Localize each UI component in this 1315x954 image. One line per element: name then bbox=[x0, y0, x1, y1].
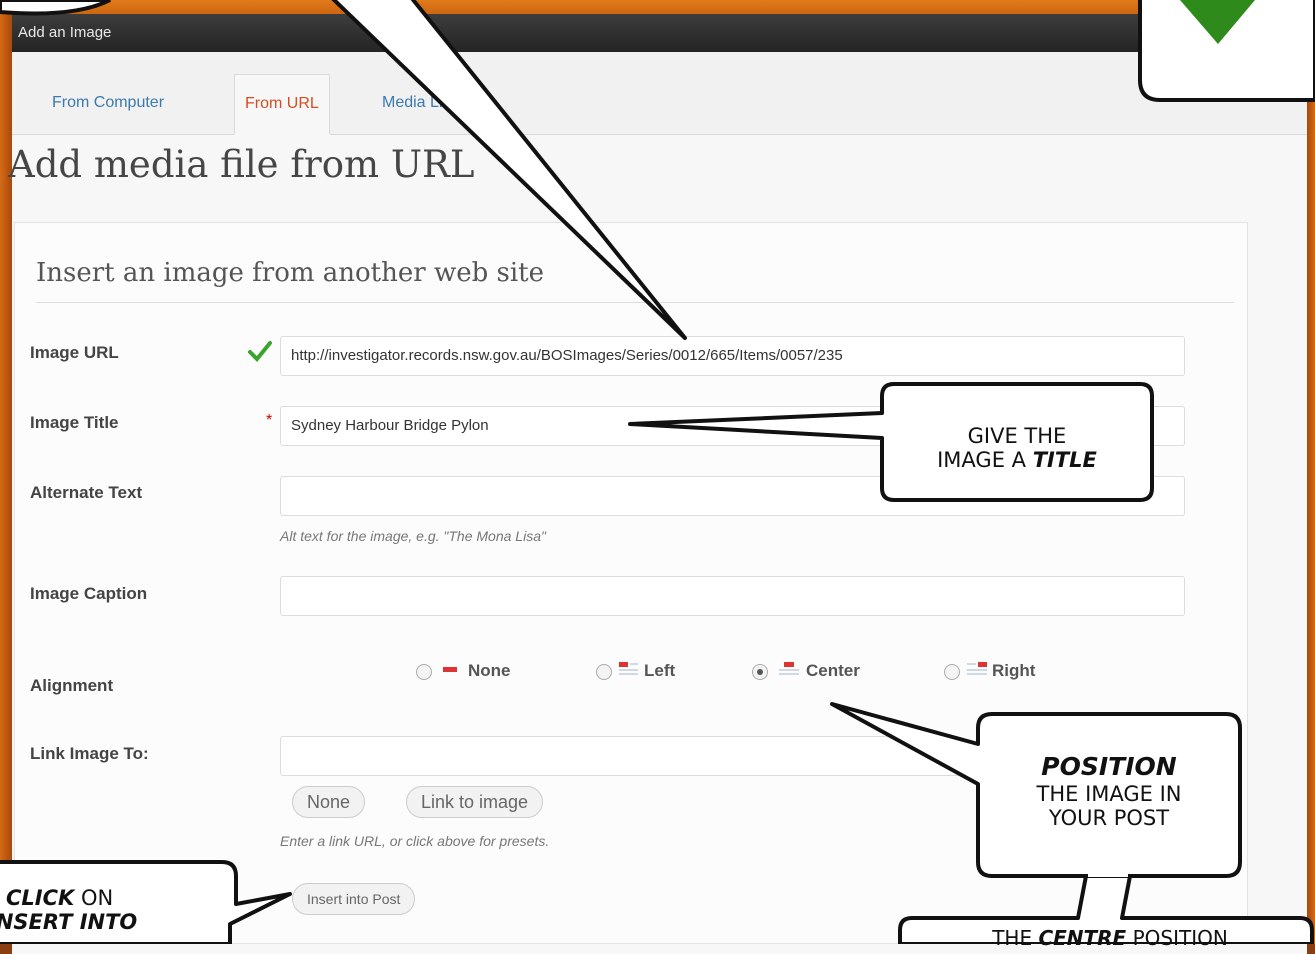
click-callout-text: Click on Insert into bbox=[0, 886, 230, 934]
position-callout-line-2: the image in bbox=[1036, 782, 1182, 806]
click-callout-post: on bbox=[74, 886, 114, 910]
title-callout-line-1: Give the bbox=[967, 424, 1067, 448]
centre-callout-text: The centre position bbox=[912, 926, 1308, 950]
title-callout-text: Give the image a title bbox=[882, 424, 1152, 472]
url-pointer-tail bbox=[331, 0, 687, 340]
top-left-bubble-edge bbox=[0, 0, 111, 16]
position-callout-line-1: Position bbox=[1041, 752, 1177, 781]
centre-callout-emphasis: centre bbox=[1038, 926, 1127, 950]
centre-callout-pre: The bbox=[992, 926, 1039, 950]
title-callout-emphasis: title bbox=[1032, 448, 1097, 472]
title-callout-line-2: image a title bbox=[882, 448, 1152, 472]
centre-callout-post: position bbox=[1126, 926, 1228, 950]
position-callout-line-3: your post bbox=[1048, 806, 1170, 830]
click-callout-line-1: Click on bbox=[0, 886, 230, 910]
title-callout-pre: image a bbox=[937, 448, 1033, 472]
click-callout-line-2: Insert into bbox=[0, 910, 138, 934]
position-callout-text: Position the image in your post bbox=[978, 752, 1240, 830]
click-callout-emphasis: Click bbox=[6, 886, 75, 910]
